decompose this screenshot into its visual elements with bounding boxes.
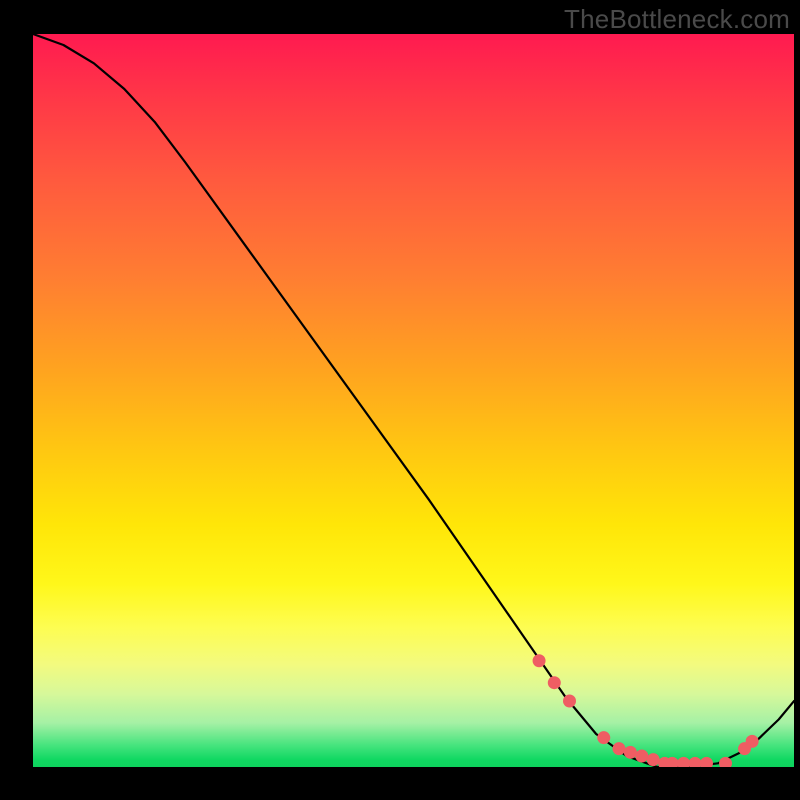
chart-svg [33,34,794,767]
marker-dots [533,654,759,767]
chart-frame: TheBottleneck.com [0,0,800,800]
watermark-text: TheBottleneck.com [564,4,790,35]
plot-area [33,34,794,767]
marker-dot [597,731,610,744]
marker-dot [624,746,637,759]
marker-dot [746,735,759,748]
marker-dot [548,676,561,689]
line-series [33,34,794,767]
marker-dot [635,750,648,763]
marker-dot [677,757,690,767]
marker-dot [689,757,702,767]
marker-dot [700,757,713,767]
marker-dot [612,742,625,755]
marker-dot [647,753,660,766]
marker-dot [563,695,576,708]
marker-dot [533,654,546,667]
